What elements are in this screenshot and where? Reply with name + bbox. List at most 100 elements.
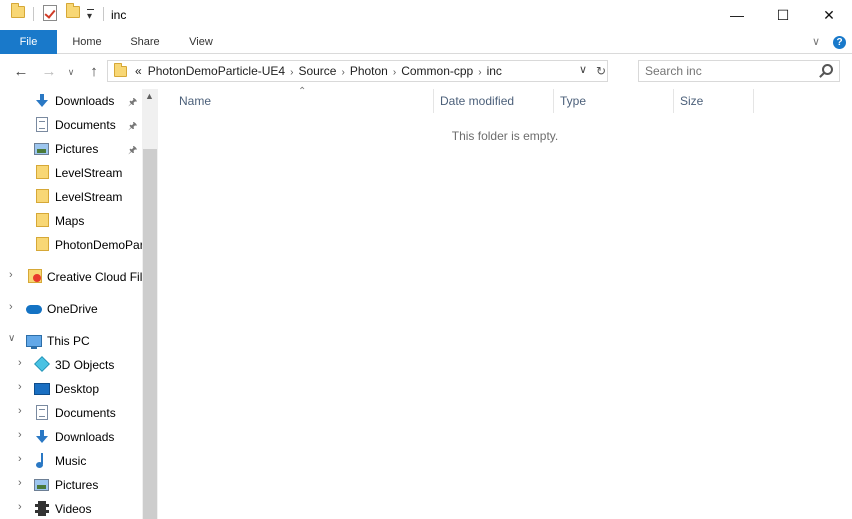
empty-folder-message: This folder is empty. bbox=[451, 129, 559, 143]
nav-item-onedrive[interactable]: › OneDrive bbox=[0, 298, 142, 320]
nav-item-levelstream[interactable]: LevelStream bbox=[0, 162, 142, 184]
breadcrumb: «PhotonDemoParticle-UE4 › Source › Photon › Co… bbox=[135, 61, 502, 81]
download-icon bbox=[35, 430, 49, 444]
column-divider[interactable] bbox=[433, 89, 434, 113]
nav-item-label: Music bbox=[55, 454, 87, 468]
window-title: inc bbox=[111, 8, 127, 22]
pictures-icon bbox=[34, 143, 49, 155]
nav-item-levelstream[interactable]: LevelStream bbox=[0, 186, 142, 208]
tab-share[interactable]: Share bbox=[122, 30, 168, 54]
chevron-right-icon[interactable]: › bbox=[478, 63, 481, 83]
computer-icon bbox=[26, 335, 42, 349]
breadcrumb-item[interactable]: Photon bbox=[350, 61, 388, 81]
download-icon bbox=[35, 94, 49, 108]
chevron-down-icon[interactable]: ∨ bbox=[8, 333, 15, 344]
address-bar[interactable]: «PhotonDemoParticle-UE4 › Source › Photon › Co… bbox=[107, 60, 608, 82]
search-icon[interactable] bbox=[822, 64, 833, 75]
title-bar: ▾ inc — ☐ ✕ bbox=[0, 0, 852, 30]
tab-view[interactable]: View bbox=[178, 30, 224, 54]
column-header-date-modified[interactable]: Date modified bbox=[440, 89, 514, 113]
address-row: ← → ∨ ↑ «PhotonDemoParticle-UE4 › Source › P… bbox=[0, 55, 852, 89]
nav-item-maps[interactable]: Maps bbox=[0, 210, 142, 232]
nav-item-documents[interactable]: Documents 🖈 bbox=[0, 114, 142, 136]
onedrive-icon bbox=[26, 305, 42, 314]
folder-icon bbox=[36, 237, 49, 251]
recent-locations-icon[interactable]: ∨ bbox=[61, 62, 81, 82]
column-header-size[interactable]: Size bbox=[680, 89, 703, 113]
chevron-right-icon[interactable]: › bbox=[18, 429, 22, 441]
chevron-right-icon[interactable]: › bbox=[341, 63, 344, 83]
chevron-right-icon[interactable]: › bbox=[9, 269, 13, 281]
new-folder-icon[interactable] bbox=[66, 3, 80, 18]
nav-scrollbar[interactable]: ▲ bbox=[142, 89, 158, 519]
nav-item-pictures[interactable]: › Pictures bbox=[0, 474, 142, 496]
column-divider[interactable] bbox=[553, 89, 554, 113]
properties-icon[interactable] bbox=[43, 5, 57, 21]
nav-item-downloads[interactable]: › Downloads bbox=[0, 426, 142, 448]
desktop-icon bbox=[34, 383, 50, 395]
tab-file[interactable]: File bbox=[0, 30, 57, 54]
nav-item-videos[interactable]: › Videos bbox=[0, 498, 142, 519]
back-icon[interactable]: ← bbox=[11, 62, 31, 82]
nav-item-pictures[interactable]: Pictures 🖈 bbox=[0, 138, 142, 160]
maximize-button[interactable]: ☐ bbox=[760, 0, 806, 30]
folder-icon bbox=[36, 213, 49, 227]
chevron-right-icon[interactable]: › bbox=[18, 501, 22, 513]
up-icon[interactable]: ↑ bbox=[84, 62, 104, 82]
nav-item-creative-cloud[interactable]: › Creative Cloud Fil bbox=[0, 266, 142, 288]
chevron-right-icon[interactable]: › bbox=[18, 357, 22, 369]
nav-item-label: PhotonDemoPar bbox=[55, 238, 142, 252]
search-input[interactable] bbox=[645, 64, 815, 78]
nav-item-downloads[interactable]: Downloads 🖈 bbox=[0, 90, 142, 112]
tab-home[interactable]: Home bbox=[64, 30, 110, 54]
column-header-type[interactable]: Type bbox=[560, 89, 586, 113]
nav-item-3d-objects[interactable]: › 3D Objects bbox=[0, 354, 142, 376]
file-list[interactable]: ⌃ Name Date modified Type Size This fold… bbox=[158, 86, 852, 519]
chevron-right-icon[interactable]: › bbox=[18, 405, 22, 417]
help-icon[interactable]: ? bbox=[833, 36, 846, 49]
pin-icon: 🖈 bbox=[128, 121, 138, 132]
folder-icon bbox=[11, 3, 25, 18]
music-icon bbox=[34, 453, 48, 468]
column-divider[interactable] bbox=[673, 89, 674, 113]
nav-item-this-pc[interactable]: ∨ This PC bbox=[0, 330, 142, 352]
chevron-right-icon[interactable]: › bbox=[18, 477, 22, 489]
nav-item-label: Downloads bbox=[55, 430, 115, 444]
column-header-name[interactable]: Name bbox=[179, 89, 211, 113]
breadcrumb-item[interactable]: PhotonDemoParticle-UE4 bbox=[148, 61, 285, 81]
nav-item-photondemo[interactable]: PhotonDemoPar bbox=[0, 234, 142, 256]
close-button[interactable]: ✕ bbox=[806, 0, 852, 30]
breadcrumb-item[interactable]: Common-cpp bbox=[401, 61, 473, 81]
nav-item-label: Downloads bbox=[55, 94, 115, 108]
expand-ribbon-icon[interactable]: ∨ bbox=[812, 35, 820, 48]
breadcrumb-overflow[interactable]: « bbox=[135, 61, 142, 81]
creative-cloud-icon bbox=[28, 269, 42, 283]
address-dropdown-icon[interactable]: ∨ bbox=[579, 63, 587, 76]
column-divider[interactable] bbox=[753, 89, 754, 113]
nav-item-documents[interactable]: › Documents bbox=[0, 402, 142, 424]
chevron-right-icon[interactable]: › bbox=[18, 453, 22, 465]
address-folder-icon bbox=[114, 63, 127, 77]
navigation-pane: Downloads 🖈 Documents 🖈 Pictures 🖈 Level… bbox=[0, 89, 158, 519]
minimize-button[interactable]: — bbox=[714, 0, 760, 30]
pictures-icon bbox=[34, 479, 49, 491]
search-box[interactable] bbox=[638, 60, 840, 82]
refresh-icon[interactable]: ↻ bbox=[593, 61, 609, 81]
nav-item-label: Documents bbox=[55, 406, 116, 420]
chevron-right-icon[interactable]: › bbox=[393, 63, 396, 83]
breadcrumb-item[interactable]: Source bbox=[298, 61, 336, 81]
nav-item-label: LevelStream bbox=[55, 166, 123, 180]
chevron-right-icon[interactable]: › bbox=[9, 301, 13, 313]
chevron-right-icon[interactable]: › bbox=[18, 381, 22, 393]
breadcrumb-item[interactable]: inc bbox=[487, 61, 502, 81]
3d-objects-icon bbox=[34, 356, 50, 372]
nav-item-desktop[interactable]: › Desktop bbox=[0, 378, 142, 400]
quick-access-dropdown-icon[interactable]: ▾ bbox=[87, 9, 94, 22]
scroll-up-icon[interactable]: ▲ bbox=[145, 91, 154, 101]
nav-item-music[interactable]: › Music bbox=[0, 450, 142, 472]
chevron-right-icon[interactable]: › bbox=[290, 63, 293, 83]
sort-ascending-icon: ⌃ bbox=[298, 86, 307, 97]
pin-icon: 🖈 bbox=[128, 145, 138, 156]
forward-icon[interactable]: → bbox=[39, 62, 59, 82]
scrollbar-thumb[interactable] bbox=[143, 149, 157, 519]
